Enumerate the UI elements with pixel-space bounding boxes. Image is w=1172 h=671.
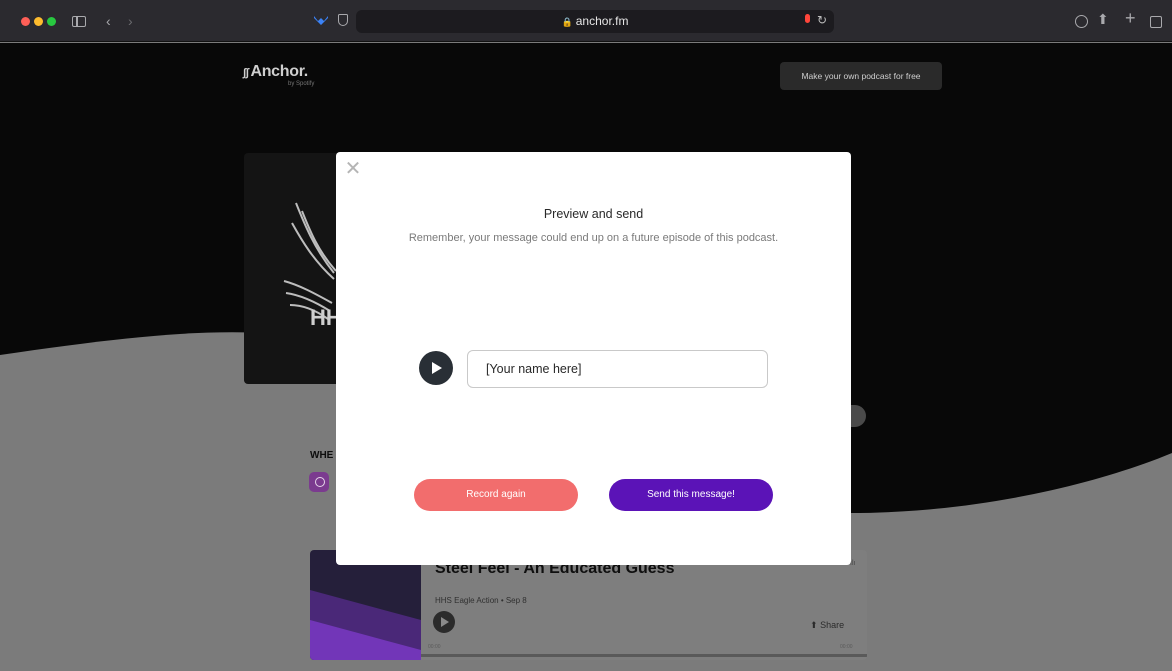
record-again-button[interactable]: Record again: [414, 479, 578, 511]
minimize-window-button[interactable]: [34, 17, 43, 26]
lock-icon: 🔒: [561, 17, 573, 27]
modal-subtitle: Remember, your message could end up on a…: [408, 232, 779, 244]
preview-send-modal: ✕ Preview and send Remember, your messag…: [336, 152, 851, 565]
send-message-button[interactable]: Send this message!: [609, 479, 773, 511]
forward-icon[interactable]: ›: [128, 12, 133, 30]
share-icon[interactable]: ⬆: [1097, 11, 1109, 28]
close-icon[interactable]: ✕: [342, 158, 364, 180]
new-tab-icon[interactable]: +: [1125, 8, 1136, 29]
privacy-shield-icon[interactable]: [338, 14, 348, 26]
modal-title: Preview and send: [543, 207, 644, 221]
url-text: anchor.fm: [575, 14, 629, 28]
back-icon[interactable]: ‹: [106, 12, 111, 30]
address-bar[interactable]: 🔒 anchor.fm ↻: [356, 10, 834, 33]
browser-toolbar: ‹ › 🔒 anchor.fm ↻ ⬆ +: [0, 0, 1172, 42]
extension-icon[interactable]: [313, 12, 329, 30]
play-icon[interactable]: [419, 351, 453, 385]
microphone-icon[interactable]: [805, 14, 810, 23]
tab-overview-icon[interactable]: [1150, 16, 1162, 28]
name-input[interactable]: [467, 350, 768, 388]
sidebar-toggle-icon[interactable]: [72, 16, 86, 27]
close-window-button[interactable]: [21, 17, 30, 26]
page-content: ∫∫ Anchor. by Spotify Make your own podca…: [0, 43, 1172, 671]
url-display: 🔒 anchor.fm: [356, 14, 834, 28]
downloads-icon[interactable]: [1075, 15, 1088, 28]
zoom-window-button[interactable]: [47, 17, 56, 26]
reload-icon[interactable]: ↻: [817, 13, 827, 27]
